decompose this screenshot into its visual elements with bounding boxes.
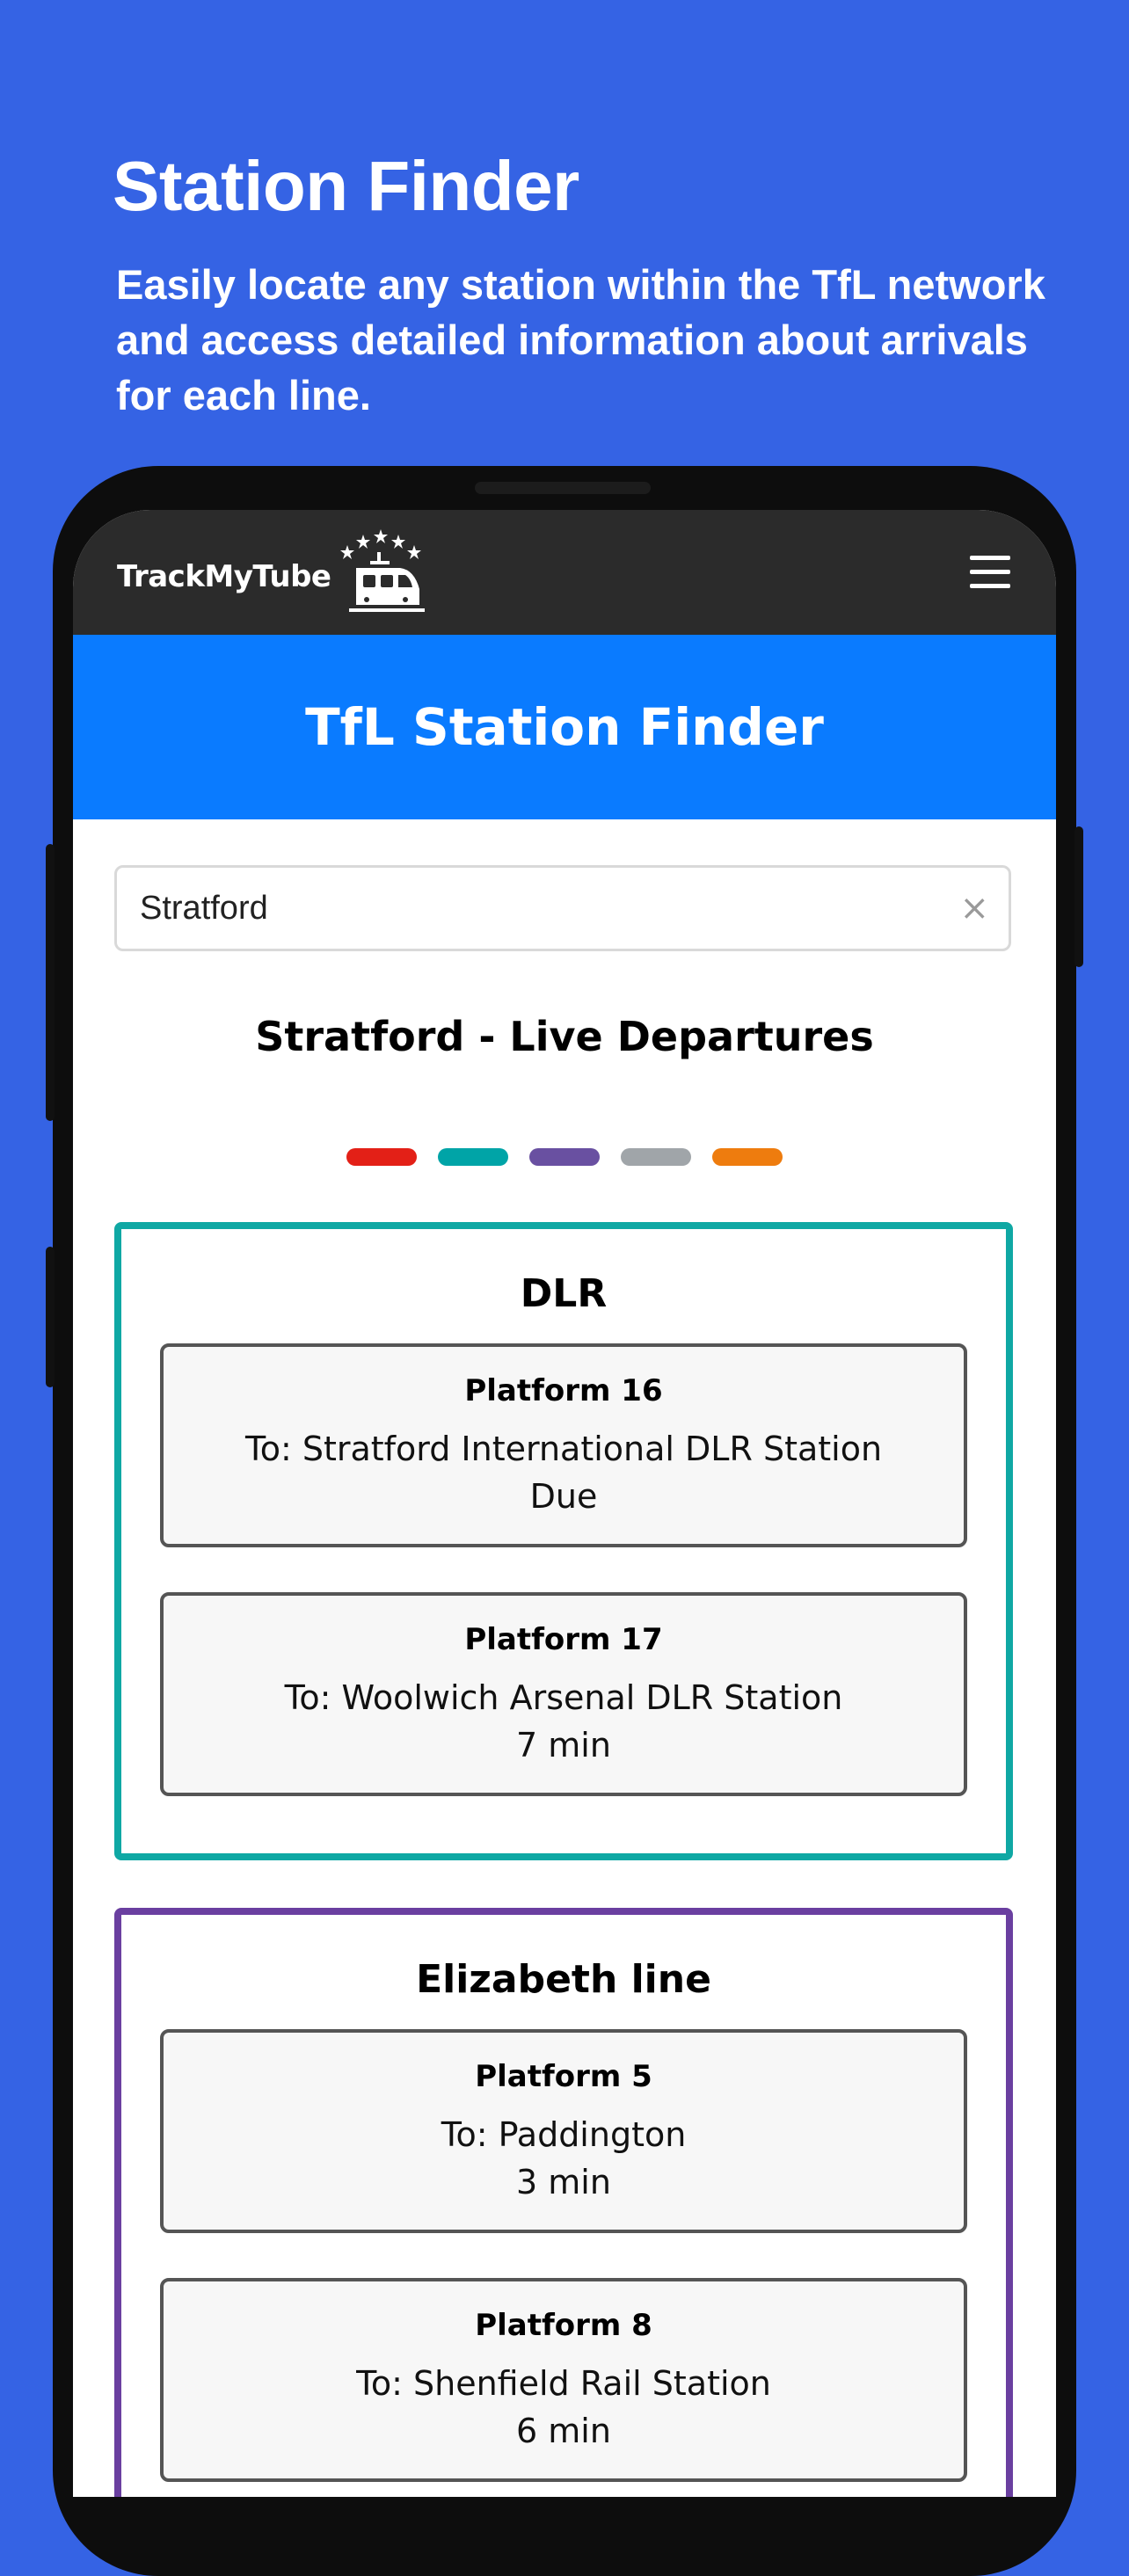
phone-power-button xyxy=(1074,826,1083,967)
platform-arrival-time: 7 min xyxy=(516,1726,611,1765)
station-search: × xyxy=(114,865,1011,951)
platform-arrival-time: 6 min xyxy=(516,2412,611,2450)
platform-destination: To: Woolwich Arsenal DLR Station xyxy=(284,1678,843,1717)
app-screen: TrackMyTube TfL Station Finder Stratford… xyxy=(73,510,1056,2497)
phone-side-button xyxy=(46,1247,55,1387)
platform-arrival-time: Due xyxy=(529,1477,598,1516)
platform-card: Platform 8 To: Shenfield Rail Station 6 … xyxy=(160,2278,967,2482)
search-input[interactable] xyxy=(140,868,931,949)
promo-title: Station Finder xyxy=(113,147,579,225)
line-indicator-teal xyxy=(438,1148,508,1166)
phone-side-button xyxy=(46,844,55,1121)
live-departures-title: Stratford - Live Departures xyxy=(255,1013,874,1060)
line-card-elizabeth: Elizabeth line Platform 5 To: Paddington… xyxy=(114,1908,1013,2497)
platform-name: Platform 8 xyxy=(475,2308,652,2343)
phone-speaker xyxy=(475,482,651,494)
platform-name: Platform 17 xyxy=(464,1622,663,1657)
promo-subtitle: Easily locate any station within the TfL… xyxy=(116,261,1045,418)
line-indicator-purple xyxy=(529,1148,600,1166)
platform-card: Platform 5 To: Paddington 3 min xyxy=(160,2029,967,2233)
banner-title: TfL Station Finder xyxy=(305,697,824,757)
platform-name: Platform 16 xyxy=(464,1373,663,1408)
hamburger-menu-icon[interactable] xyxy=(970,554,1010,589)
line-name: DLR xyxy=(520,1271,608,1316)
line-indicator-grey xyxy=(621,1148,691,1166)
line-name: Elizabeth line xyxy=(416,1957,711,2002)
train-logo-icon xyxy=(340,529,425,612)
platform-card: Platform 17 To: Woolwich Arsenal DLR Sta… xyxy=(160,1592,967,1796)
platform-destination: To: Shenfield Rail Station xyxy=(356,2364,771,2403)
clear-search-icon[interactable]: × xyxy=(959,887,989,929)
logo-text: TrackMyTube xyxy=(117,559,331,594)
platform-arrival-time: 3 min xyxy=(516,2163,611,2201)
platform-card: Platform 16 To: Stratford International … xyxy=(160,1343,967,1547)
line-color-indicators xyxy=(73,1148,1056,1166)
line-indicator-orange xyxy=(712,1148,783,1166)
platform-name: Platform 5 xyxy=(475,2059,652,2094)
page-banner: TfL Station Finder xyxy=(73,635,1056,819)
line-card-dlr: DLR Platform 16 To: Stratford Internatio… xyxy=(114,1222,1013,1860)
platform-destination: To: Paddington xyxy=(441,2115,687,2154)
platform-destination: To: Stratford International DLR Station xyxy=(244,1430,883,1468)
app-header: TrackMyTube xyxy=(73,510,1056,635)
line-indicator-red xyxy=(346,1148,417,1166)
